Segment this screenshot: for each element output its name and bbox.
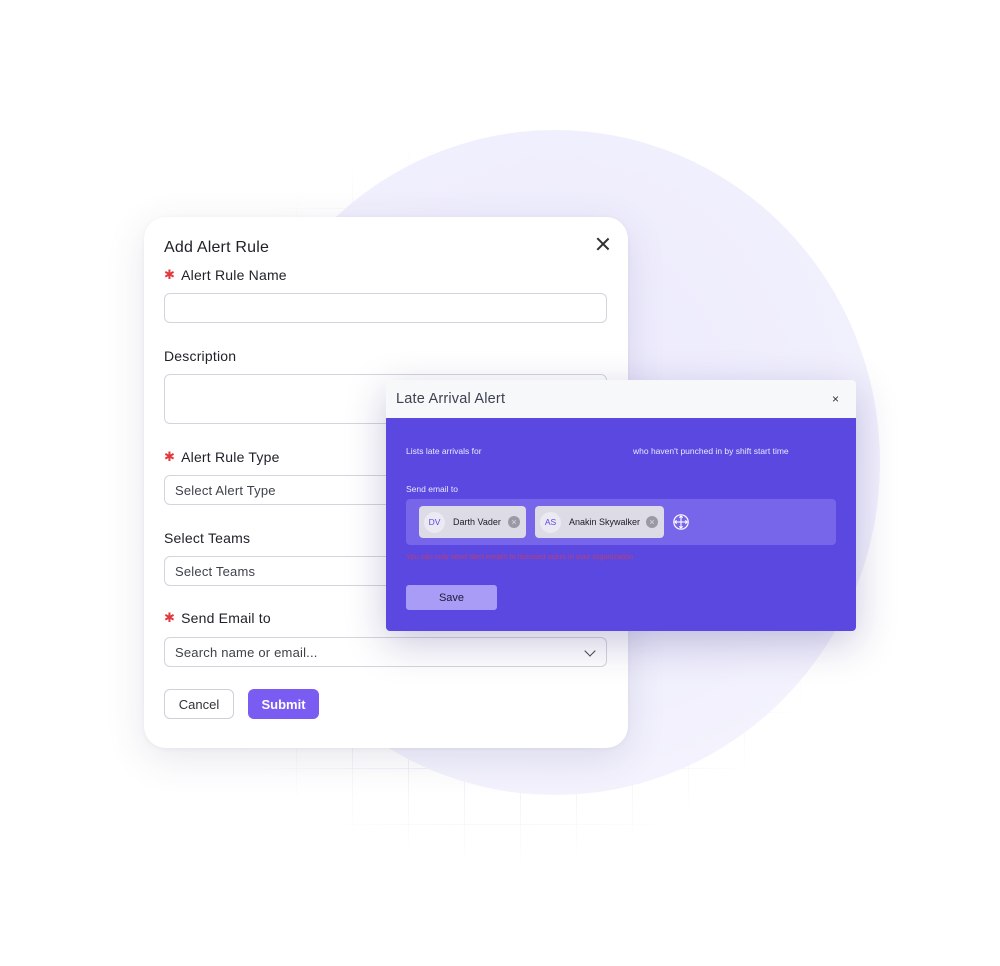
chevron-down-icon[interactable]	[584, 645, 596, 657]
required-asterisk: ✱	[164, 267, 176, 282]
card-header: Late Arrival Alert ×	[386, 380, 856, 418]
required-asterisk: ✱	[164, 610, 176, 625]
recipient-chip[interactable]: DV Darth Vader ×	[419, 506, 526, 538]
recipients-box[interactable]: DV Darth Vader × AS Anakin Skywalker ×	[406, 499, 836, 545]
avatar: AS	[540, 511, 561, 533]
alert-rule-type-label: ✱ Alert Rule Type	[164, 449, 280, 465]
late-arrival-alert-card: Late Arrival Alert × Lists late arrivals…	[386, 380, 856, 631]
required-asterisk: ✱	[164, 449, 176, 464]
punch-in-suffix-text: who haven't punched in by shift start ti…	[633, 446, 789, 456]
move-icon[interactable]	[672, 513, 690, 531]
card-body: Lists late arrivals for who haven't punc…	[386, 418, 856, 631]
cancel-button[interactable]: Cancel	[164, 689, 234, 719]
chip-remove-icon[interactable]: ×	[508, 516, 520, 528]
send-email-search[interactable]: Search name or email...	[164, 637, 607, 667]
close-icon[interactable]	[594, 235, 612, 253]
alert-rule-name-label: ✱ Alert Rule Name	[164, 267, 287, 283]
description-label: Description	[164, 348, 237, 364]
close-icon[interactable]: ×	[832, 392, 839, 406]
license-warning-text: You can only send alert emails to licens…	[406, 552, 634, 561]
save-button[interactable]: Save	[406, 585, 497, 610]
recipient-chip[interactable]: AS Anakin Skywalker ×	[535, 506, 664, 538]
card-title: Late Arrival Alert	[396, 391, 506, 407]
send-email-label: ✱ Send Email to	[164, 610, 271, 626]
lists-late-arrivals-text: Lists late arrivals for	[406, 446, 482, 456]
chip-remove-icon[interactable]: ×	[646, 516, 658, 528]
modal-title: Add Alert Rule	[164, 239, 270, 256]
select-teams-label: Select Teams	[164, 530, 251, 546]
recipient-name: Darth Vader	[453, 517, 501, 527]
avatar: DV	[424, 511, 445, 533]
recipient-name: Anakin Skywalker	[569, 517, 641, 527]
alert-rule-name-input[interactable]	[164, 293, 607, 323]
submit-button[interactable]: Submit	[248, 689, 319, 719]
send-email-to-label: Send email to	[406, 484, 458, 494]
